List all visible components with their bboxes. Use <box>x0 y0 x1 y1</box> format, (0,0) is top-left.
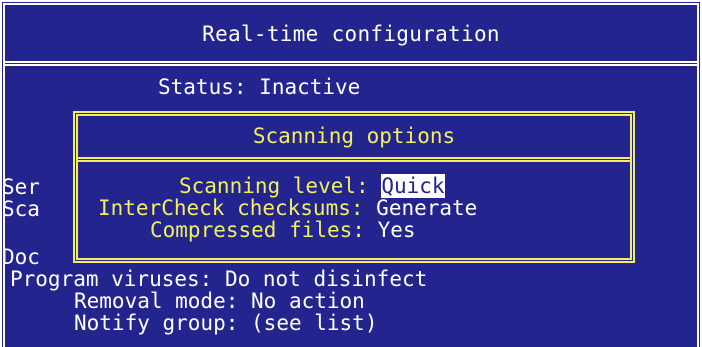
scanning-options-dialog: Scanning options Scanning level: Quick I… <box>73 111 635 263</box>
program-viruses-value[interactable]: Do not disinfect <box>225 267 427 291</box>
removal-mode-label: Removal mode: <box>74 289 239 313</box>
window-title-bar: Real-time configuration <box>5 5 697 66</box>
status-value[interactable]: Inactive <box>259 75 360 99</box>
dialog-title: Scanning options <box>252 124 456 148</box>
intercheck-checksums-value[interactable]: Generate <box>376 196 477 220</box>
option-intercheck-checksums[interactable]: InterCheck checksums: Generate <box>98 197 477 219</box>
scanning-level-label: Scanning level: <box>179 174 369 198</box>
notify-group-label: Notify group: <box>74 311 239 335</box>
option-compressed-files[interactable]: Compressed files: Yes <box>150 219 416 241</box>
option-scanning-level[interactable]: Scanning level: Quick <box>179 174 445 198</box>
compressed-files-label: Compressed files: <box>150 218 365 242</box>
program-viruses-label: Program viruses: <box>10 267 213 291</box>
status-line: Status: Inactive <box>158 76 360 98</box>
dialog-title-bar: Scanning options <box>78 116 630 162</box>
notify-group-value[interactable]: (see list) <box>251 311 377 335</box>
notify-group-setting: Notify group: (see list) <box>74 312 377 334</box>
screen: Real-time configuration Status: Inactive… <box>0 0 702 347</box>
removal-mode-value[interactable]: No action <box>251 289 365 313</box>
removal-mode-setting: Removal mode: No action <box>74 290 365 312</box>
intercheck-checksums-label: InterCheck checksums: <box>98 196 364 220</box>
status-label: Status: <box>158 75 247 99</box>
obscured-label-doc: Doc <box>2 245 40 269</box>
window-title: Real-time configuration <box>202 21 500 46</box>
scanning-level-value[interactable]: Quick <box>381 174 445 198</box>
obscured-label-ser: Ser <box>2 175 40 199</box>
compressed-files-value[interactable]: Yes <box>378 218 416 242</box>
program-viruses-setting: Program viruses: Do not disinfect <box>10 268 427 290</box>
obscured-label-sca: Sca <box>2 197 40 221</box>
